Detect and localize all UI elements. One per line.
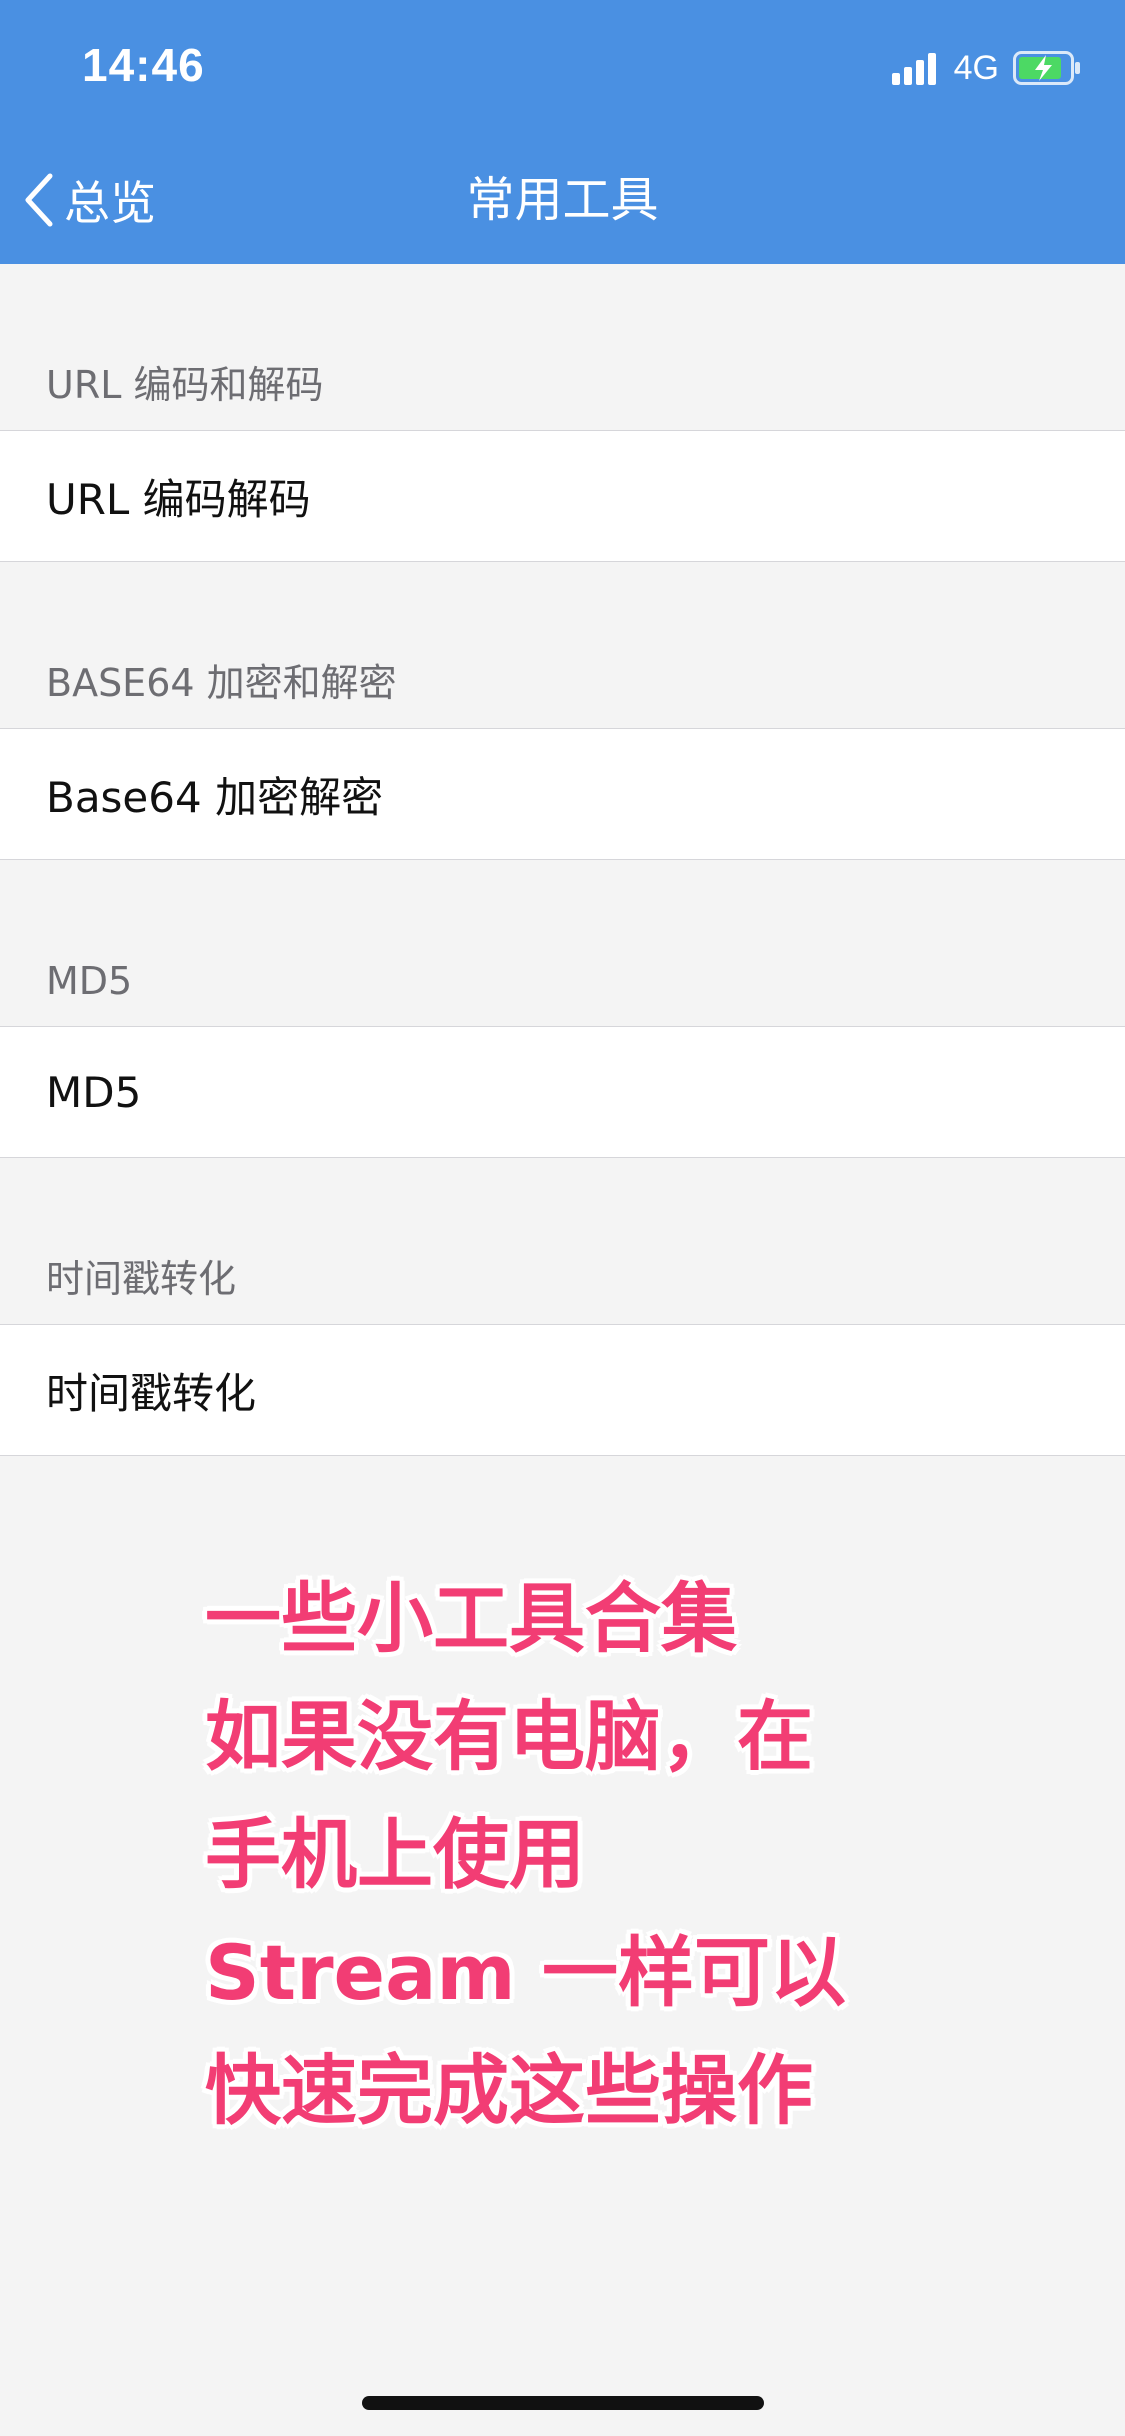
section-header: URL 编码和解码 bbox=[46, 363, 324, 407]
page-title: 常用工具 bbox=[466, 172, 659, 228]
list-item-md5[interactable]: MD5 bbox=[0, 1026, 1125, 1158]
list-item-label: 时间戳转化 bbox=[46, 1368, 257, 1418]
caption-line: 快速完成这些操作 bbox=[205, 2046, 813, 2135]
list-item-label: Base64 加密解密 bbox=[46, 772, 384, 822]
cellular-signal-icon bbox=[891, 51, 940, 85]
home-indicator[interactable] bbox=[362, 2396, 764, 2410]
section-base64: BASE64 加密和解密 Base64 加密解密 bbox=[0, 638, 1125, 860]
section-header: MD5 bbox=[46, 959, 133, 1003]
section-md5: MD5 MD5 bbox=[0, 936, 1125, 1158]
navigation-bar: 14:46 4G 总览 常用工具 bbox=[0, 0, 1125, 264]
section-header: BASE64 加密和解密 bbox=[46, 661, 397, 705]
list-item-timestamp[interactable]: 时间戳转化 bbox=[0, 1324, 1125, 1456]
caption-line: 一些小工具合集 bbox=[205, 1574, 737, 1663]
status-time: 14:46 bbox=[82, 39, 205, 91]
section-timestamp: 时间戳转化 时间戳转化 bbox=[0, 1234, 1125, 1456]
caption-line: 如果没有电脑，在 bbox=[205, 1692, 813, 1781]
caption-line: 手机上使用 bbox=[205, 1810, 585, 1899]
caption-line: Stream 一样可以 bbox=[205, 1928, 847, 2017]
list-item-label: MD5 bbox=[46, 1067, 142, 1117]
list-item-label: URL 编码解码 bbox=[46, 474, 311, 524]
overlay-caption: 一些小工具合集 如果没有电脑，在 手机上使用 Stream 一样可以 快速完成这… bbox=[205, 1560, 1105, 2150]
list-item-url-codec[interactable]: URL 编码解码 bbox=[0, 430, 1125, 562]
network-type-label: 4G bbox=[953, 48, 999, 87]
status-indicators: 4G bbox=[891, 48, 1083, 88]
list-item-base64[interactable]: Base64 加密解密 bbox=[0, 728, 1125, 860]
section-header: 时间戳转化 bbox=[46, 1257, 237, 1301]
battery-charging-icon bbox=[1013, 51, 1080, 85]
section-url: URL 编码和解码 URL 编码解码 bbox=[0, 340, 1125, 562]
